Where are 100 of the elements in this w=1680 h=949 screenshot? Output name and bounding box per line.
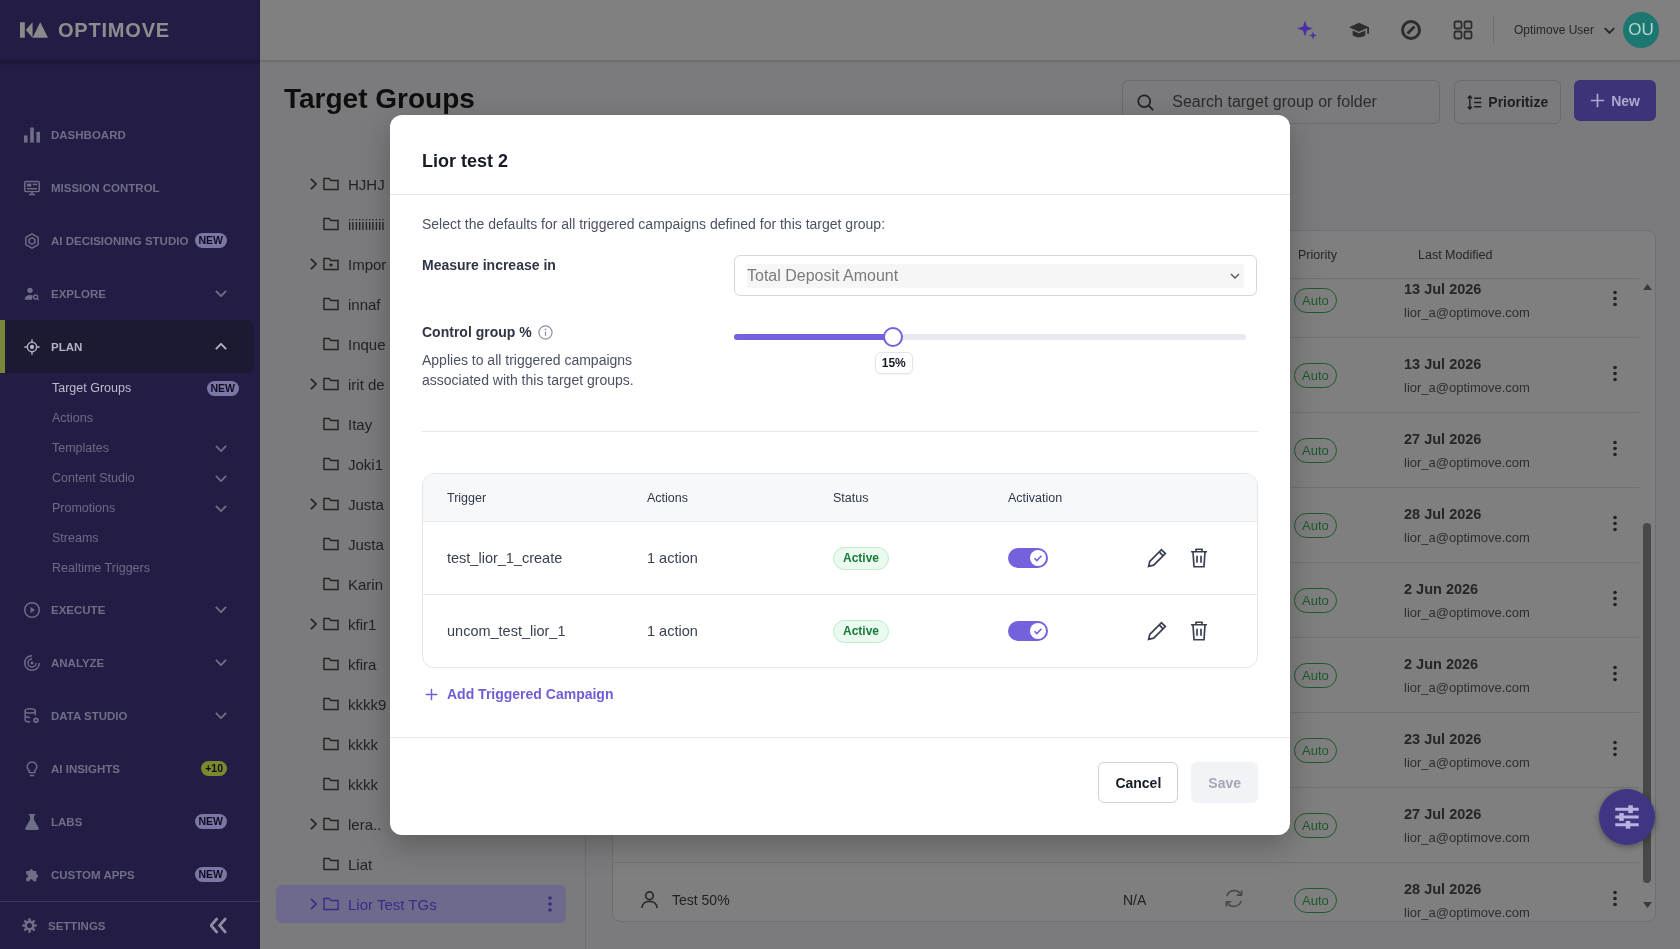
more-icon[interactable] [548,896,552,912]
double-chevron-icon[interactable] [210,917,227,934]
more-icon[interactable] [1613,289,1617,307]
chevron-right-icon[interactable] [309,378,317,390]
more-icon[interactable] [1613,889,1617,907]
edit-icon[interactable] [1147,621,1167,641]
folder-name[interactable]: lera.. [348,815,382,833]
toggle-switch[interactable] [1008,547,1048,568]
nav-item[interactable]: EXECUTE [0,583,254,636]
refresh-icon[interactable] [1225,888,1243,908]
check-icon [1030,622,1046,639]
scroll-up-icon[interactable] [1642,284,1652,290]
nav-item[interactable]: EXPLORE [0,267,254,320]
folder-name[interactable]: Itay [348,415,373,433]
sparkle-icon[interactable] [1296,20,1317,40]
cancel-button[interactable]: Cancel [1098,762,1179,803]
page-title: Target Groups [284,82,476,116]
nav-item[interactable]: CUSTOM APPS NEW [0,848,254,901]
chevron-up-icon[interactable] [215,343,227,350]
chevron-right-icon[interactable] [309,178,317,190]
folder-icon [323,177,339,191]
user-name[interactable]: Optimove User [1513,23,1594,37]
sub-nav-item[interactable]: Realtime Triggers [0,553,254,583]
toggle-switch[interactable] [1008,620,1048,641]
folder-name[interactable]: Lior Test TGs [348,895,437,913]
sub-nav-item[interactable]: Streams [0,523,254,553]
nav-item[interactable]: AI INSIGHTS +10 [0,742,254,795]
nav-item[interactable]: PLAN [0,320,254,373]
scroll-down-icon[interactable] [1642,902,1652,908]
chevron-down-icon[interactable] [215,712,227,719]
sub-nav-item[interactable]: Content Studio [0,463,254,493]
chevron-right-icon[interactable] [309,498,317,510]
new-button[interactable]: New [1574,80,1656,121]
folder-name[interactable]: innaf [348,295,381,313]
chevron-down-icon[interactable] [215,606,227,613]
chevron-down-icon[interactable] [215,444,227,452]
folder-name[interactable]: HJHJ [348,175,385,193]
nav-item[interactable]: MISSION CONTROL [0,161,254,214]
folder-name[interactable]: Joki1 [348,455,384,473]
folder-name[interactable]: iiiiiiiiiii [348,215,385,233]
field-label: Measure increase in [422,257,556,273]
more-icon[interactable] [1613,364,1617,382]
chevron-down-icon[interactable] [215,290,227,297]
logo-text: OPTIMOVE [58,18,170,42]
more-icon[interactable] [1613,664,1617,682]
folder-name[interactable]: Inque [348,335,386,353]
field-label: Control group % [422,323,532,342]
folder-name[interactable]: Justa [348,495,384,513]
sub-nav-item[interactable]: Actions [0,403,254,433]
sub-nav-item[interactable]: Templates [0,433,254,463]
nav-item[interactable]: AI DECISIONING STUDIO NEW [0,214,254,267]
folder-name[interactable]: kkkk9 [348,695,387,713]
folder-name[interactable]: kkkk [348,775,378,793]
bar-chart-icon [24,126,40,143]
folder-name[interactable]: kfir1 [348,615,377,633]
play-circle-icon [24,601,40,618]
folder-name[interactable]: irit de [348,375,385,393]
folder-name[interactable]: Impor [348,255,387,273]
folder-name[interactable]: Liat [348,855,373,873]
more-icon[interactable] [1613,589,1617,607]
nav-item[interactable]: LABS NEW [0,795,254,848]
chevron-right-icon[interactable] [309,258,317,270]
status-badge: Active [833,619,890,643]
folder-name[interactable]: Karin [348,575,384,593]
prioritize-button[interactable]: Prioritize [1454,80,1562,124]
chevron-down-icon[interactable] [1604,26,1615,34]
chevron-down-icon[interactable] [215,504,227,512]
slider-thumb[interactable] [882,327,903,347]
grid-icon[interactable] [1452,20,1473,40]
add-campaign-link[interactable]: Add Triggered Campaign [422,684,614,704]
folder-name[interactable]: kfira [348,655,377,673]
chevron-down-icon[interactable] [215,474,227,482]
folder-name[interactable]: kkkk [348,735,378,753]
circle-slash-icon[interactable] [1400,20,1421,40]
selected-row[interactable]: Lior Test TGs [276,885,566,923]
sliders-icon [1614,804,1640,830]
more-icon[interactable] [1613,439,1617,457]
edit-icon[interactable] [1147,548,1167,568]
graduation-cap-icon[interactable] [1348,20,1369,40]
chevron-right-icon[interactable] [309,618,317,630]
folder-name[interactable]: Justa [348,535,384,553]
chevron-right-icon[interactable] [309,818,317,830]
avatar[interactable]: OU [1623,12,1659,48]
target-icon [24,338,40,355]
chevron-right-icon[interactable] [309,898,317,910]
sub-nav-item[interactable]: Promotions [0,493,254,523]
settings-item[interactable]: SETTINGS [22,918,106,933]
nav-item[interactable]: ANALYZE [0,636,254,689]
info-icon[interactable] [537,324,553,340]
scrollbar-thumb[interactable] [1643,523,1651,883]
folder-icon [323,777,339,791]
nav-item[interactable]: DATA STUDIO [0,689,254,742]
delete-icon[interactable] [1190,548,1208,568]
chevron-down-icon[interactable] [215,659,227,666]
sub-nav-item[interactable]: Target Groups NEW [0,373,254,403]
more-icon[interactable] [1613,514,1617,532]
nav-item[interactable]: DASHBOARD [0,108,254,161]
slider-track[interactable] [734,327,1246,347]
more-icon[interactable] [1613,739,1617,757]
delete-icon[interactable] [1190,621,1208,641]
